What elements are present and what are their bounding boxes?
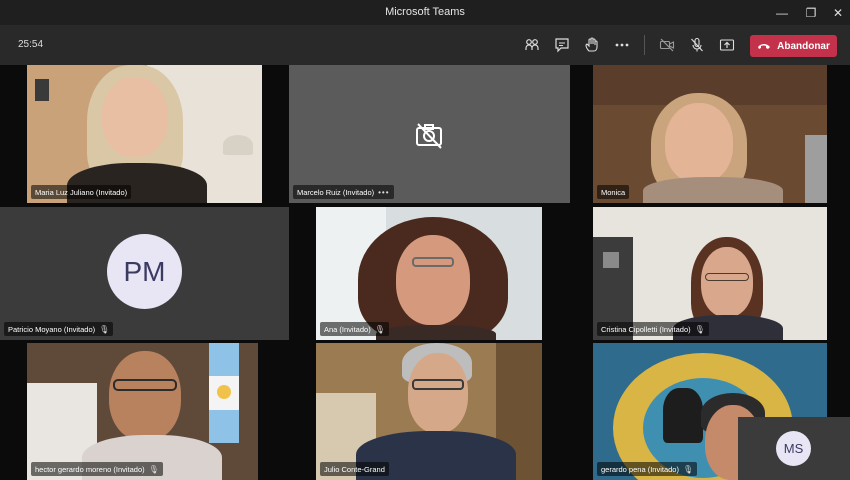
mic-muted-icon: 🎙 xyxy=(694,324,705,334)
title-bar: Microsoft Teams — ❐ ✕ xyxy=(0,0,850,25)
camera-off-icon xyxy=(414,120,444,150)
call-timer: 25:54 xyxy=(18,39,44,50)
participant-name-badge: Julio Conte-Grand xyxy=(320,462,389,476)
participant-name-badge: Patricio Moyano (Invitado) 🎙 xyxy=(4,322,114,336)
share-icon[interactable] xyxy=(715,33,739,57)
participant-name-badge: Cristina Cipolletti (Invitado) 🎙 xyxy=(597,322,709,336)
more-icon[interactable] xyxy=(610,33,634,57)
participant-name: Julio Conte-Grand xyxy=(324,464,385,474)
self-view-tile[interactable]: MS xyxy=(738,417,850,480)
phone-hangup-icon xyxy=(758,44,771,49)
participant-tile[interactable]: Monica xyxy=(593,65,827,203)
avatar-initials: MS xyxy=(783,441,804,456)
participant-name-badge: hector gerardo moreno (Invitado) 🎙 xyxy=(31,462,163,476)
avatar: PM xyxy=(107,234,182,309)
mic-muted-icon: 🎙 xyxy=(99,324,110,334)
people-icon[interactable] xyxy=(520,33,544,57)
participant-name: hector gerardo moreno (Invitado) xyxy=(35,464,145,474)
participant-name: Patricio Moyano (Invitado) xyxy=(8,324,96,334)
leave-button-label: Abandonar xyxy=(777,40,830,52)
video-gallery: Maria Luz Juliano (Invitado) Marcelo Rui… xyxy=(0,65,850,480)
leave-button[interactable]: Abandonar xyxy=(750,35,837,57)
chat-icon[interactable] xyxy=(550,33,574,57)
participant-tile[interactable]: hector gerardo moreno (Invitado) 🎙 xyxy=(27,343,258,480)
participant-name: Monica xyxy=(601,187,626,197)
participant-name-badge: gerardo pena (Invitado) 🎙 xyxy=(597,462,698,476)
restore-icon[interactable]: ❐ xyxy=(797,0,825,25)
avatar: MS xyxy=(776,431,811,466)
participant-name-badge: Marcelo Ruiz (Invitado) ••• xyxy=(293,185,394,199)
avatar-initials: PM xyxy=(123,255,166,287)
participant-name: Marcelo Ruiz (Invitado) xyxy=(297,187,375,197)
participant-name-badge: Monica xyxy=(597,185,630,199)
mic-muted-icon: 🎙 xyxy=(148,464,159,474)
participant-name: Cristina Cipolletti (Invitado) xyxy=(601,324,691,334)
participant-name: Maria Luz Juliano (Invitado) xyxy=(35,187,128,197)
toolbar-divider xyxy=(644,35,645,55)
participant-name-badge: Maria Luz Juliano (Invitado) xyxy=(31,185,132,199)
participant-tile[interactable]: Ana (Invitado) 🎙 xyxy=(316,207,542,340)
participant-name: gerardo pena (Invitado) xyxy=(601,464,679,474)
window-title: Microsoft Teams xyxy=(385,6,465,18)
participant-tile[interactable]: Cristina Cipolletti (Invitado) 🎙 xyxy=(593,207,827,340)
minimize-icon[interactable]: — xyxy=(768,0,796,25)
participant-tile[interactable]: Julio Conte-Grand xyxy=(316,343,542,480)
participant-tile[interactable]: PM Patricio Moyano (Invitado) 🎙 xyxy=(0,207,289,340)
close-icon[interactable]: ✕ xyxy=(824,0,850,25)
more-options-icon[interactable]: ••• xyxy=(378,188,389,197)
participant-name-badge: Ana (Invitado) 🎙 xyxy=(320,322,389,336)
mic-muted-icon: 🎙 xyxy=(682,464,694,474)
mic-muted-icon: 🎙 xyxy=(374,324,385,334)
camera-off-icon[interactable] xyxy=(655,33,679,57)
meeting-toolbar: 25:54 Abandonar xyxy=(0,25,850,65)
participant-tile[interactable]: Maria Luz Juliano (Invitado) xyxy=(27,65,262,203)
participant-name: Ana (Invitado) xyxy=(324,324,371,334)
participant-tile[interactable]: Marcelo Ruiz (Invitado) ••• xyxy=(289,65,570,203)
raise-hand-icon[interactable] xyxy=(580,33,604,57)
mic-off-icon[interactable] xyxy=(685,33,709,57)
